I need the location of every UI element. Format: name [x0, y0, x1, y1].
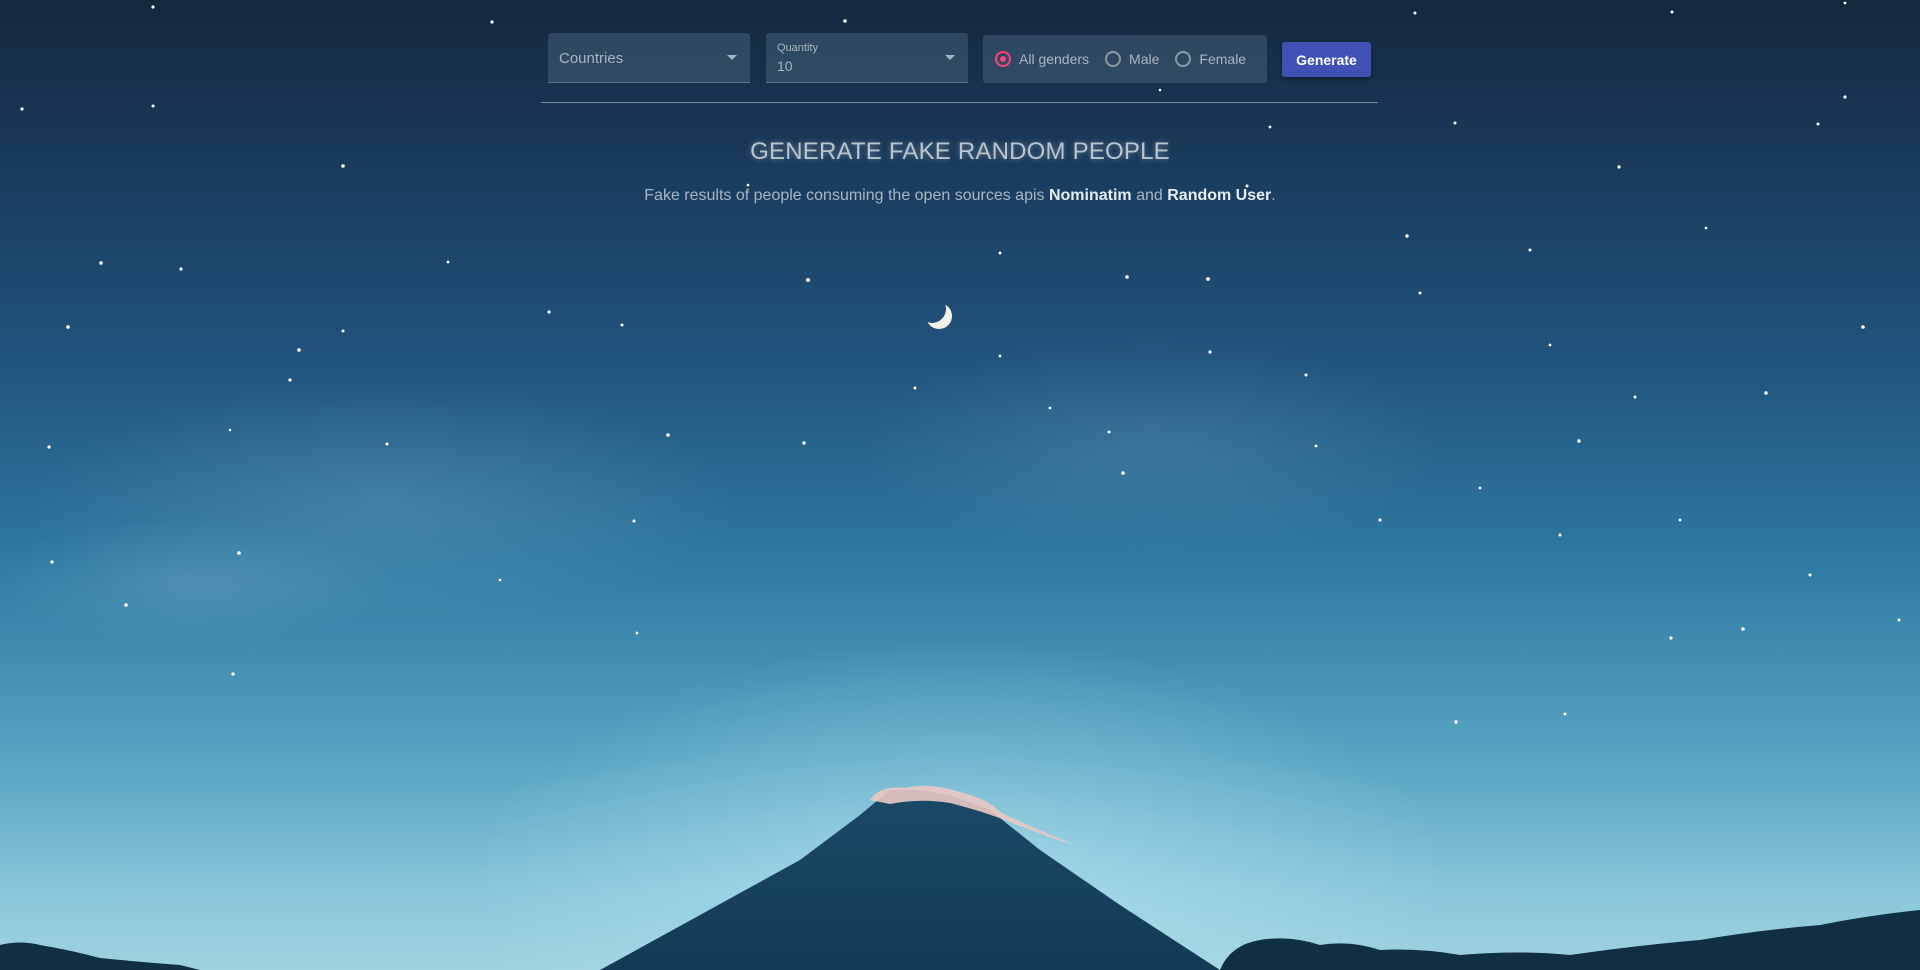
generate-button[interactable]: Generate — [1282, 42, 1371, 77]
radio-button[interactable] — [1105, 51, 1122, 67]
radio-all-genders[interactable]: All genders — [995, 51, 1089, 67]
radio-label: Female — [1199, 51, 1247, 67]
filter-toolbar: Countries Quantity 10 All genders Male F… — [548, 33, 1372, 85]
radio-button-checked[interactable] — [995, 51, 1011, 67]
quantity-label: Quantity — [777, 42, 818, 54]
radio-male[interactable]: Male — [1105, 51, 1159, 67]
subtitle-text: Fake results of people consuming the ope… — [644, 187, 1049, 204]
crescent-moon-icon — [926, 303, 952, 329]
divider — [541, 102, 1378, 103]
page-subtitle: Fake results of people consuming the ope… — [0, 187, 1920, 205]
radio-label: Male — [1129, 51, 1160, 67]
radio-label: All genders — [1019, 51, 1090, 67]
quantity-value: 10 — [777, 58, 793, 74]
radio-female[interactable]: Female — [1175, 51, 1246, 67]
api-name-random-user: Random User — [1167, 187, 1272, 204]
chevron-down-icon[interactable] — [727, 55, 737, 60]
subtitle-text: and — [1131, 187, 1168, 204]
countries-placeholder: Countries — [559, 50, 624, 67]
countries-select[interactable]: Countries — [548, 33, 750, 83]
page-title: GENERATE FAKE RANDOM PEOPLE — [750, 138, 1170, 165]
gender-radio-group: All genders Male Female — [983, 35, 1267, 83]
quantity-select[interactable]: Quantity 10 — [766, 33, 968, 83]
radio-button[interactable] — [1175, 51, 1192, 67]
api-name-nominatim: Nominatim — [1048, 187, 1132, 204]
chevron-down-icon[interactable] — [945, 55, 955, 60]
subtitle-text: . — [1271, 187, 1276, 204]
